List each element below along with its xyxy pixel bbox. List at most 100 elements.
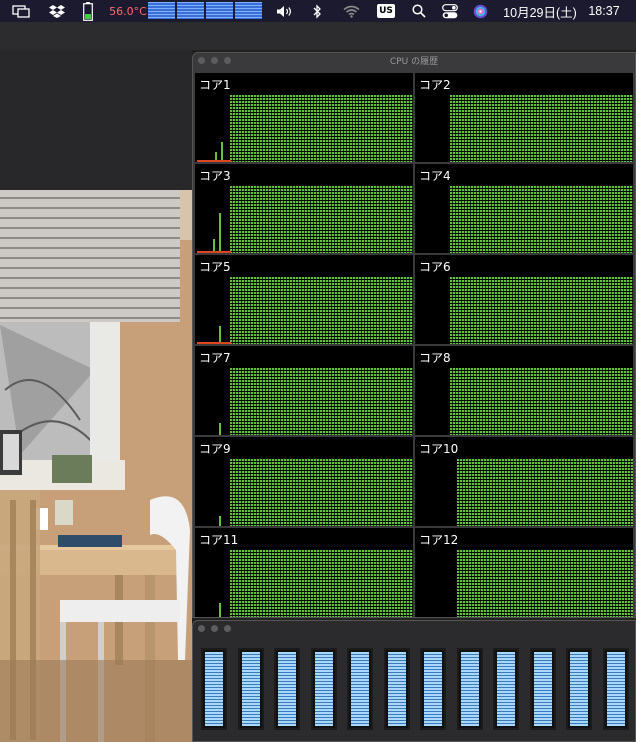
core-label: コア5 [199, 260, 231, 274]
core-usage-meter [201, 648, 227, 730]
graph-tick [291, 255, 294, 261]
core-usage-graph [457, 549, 633, 617]
graph-tick [550, 73, 553, 79]
core-usage-fill [460, 652, 479, 726]
core-usage-meter [456, 648, 483, 730]
cpu-meter-segment [177, 2, 204, 19]
core-usage-meter [529, 648, 556, 730]
graph-tick [595, 255, 598, 261]
core-label: コア8 [419, 351, 451, 365]
date-text: 10月29日(土) [503, 5, 577, 20]
cpu-usage-window [192, 620, 636, 742]
core-label: コア10 [419, 442, 459, 456]
core-usage-fill [314, 652, 333, 726]
volume-icon[interactable] [274, 0, 296, 22]
usage-spike [219, 423, 221, 435]
cpu-meter-icon[interactable] [148, 2, 262, 19]
graph-tick [550, 346, 553, 352]
core-usage-graph [450, 94, 633, 162]
core-panel-6: コア6 [415, 255, 633, 344]
graph-tick [550, 528, 553, 534]
core-panel-9: コア9 [195, 437, 413, 526]
core-usage-graph [450, 185, 633, 253]
core-usage-graph [230, 458, 413, 526]
core-usage-meter [310, 648, 337, 730]
core-usage-graph [450, 367, 633, 435]
temperature-text: 56.0°C [109, 4, 147, 18]
core-usage-fill [278, 652, 296, 726]
core-usage-graph [230, 94, 413, 162]
desktop-window-strip [0, 22, 636, 50]
core-usage-fill [241, 652, 260, 726]
graph-tick [375, 528, 378, 534]
zoom-button[interactable] [224, 625, 231, 632]
core-label: コア4 [419, 169, 451, 183]
core-usage-fill [387, 652, 406, 726]
core-usage-meter [493, 648, 519, 730]
temperature-readout[interactable]: 56.0°C [108, 0, 148, 22]
system-usage-line [197, 160, 231, 162]
core-usage-graph [457, 458, 633, 526]
core-panel-2: コア2 [415, 73, 633, 162]
siri-icon[interactable] [470, 0, 490, 22]
core-usage-fill [533, 652, 552, 726]
core-panel-7: コア7 [195, 346, 413, 435]
system-usage-line [197, 342, 231, 344]
core-label: コア6 [419, 260, 451, 274]
menubar: 56.0°C US 10月29日(土) 18:37 [0, 0, 636, 22]
core-label: コア1 [199, 78, 231, 92]
core-label: コア12 [419, 533, 459, 547]
core-label: コア2 [419, 78, 451, 92]
cpu-history-titlebar[interactable]: CPU の履歴 [193, 53, 635, 69]
core-usage-meter [602, 648, 629, 730]
display-icon[interactable] [10, 0, 32, 22]
core-usage-fill [606, 652, 625, 726]
core-usage-graph [450, 276, 633, 344]
search-icon[interactable] [409, 0, 429, 22]
background-window [0, 50, 192, 190]
cpu-history-title: CPU の履歴 [389, 57, 439, 67]
usage-spike [219, 516, 221, 526]
cpu-meter-segment [235, 2, 262, 19]
core-panel-12: コア12 [415, 528, 633, 617]
cpu-meter-segment [206, 2, 233, 19]
bluetooth-icon[interactable] [308, 0, 326, 22]
desktop-wallpaper [0, 190, 192, 742]
core-usage-meter [420, 648, 446, 730]
input-source-icon[interactable]: US [376, 0, 396, 22]
dropbox-icon[interactable] [46, 0, 68, 22]
control-center-icon[interactable] [439, 0, 461, 22]
battery-icon[interactable] [80, 0, 96, 22]
core-label: コア7 [199, 351, 231, 365]
graph-tick [379, 73, 382, 79]
graph-tick [550, 164, 553, 170]
input-source-label: US [377, 4, 395, 18]
graph-tick [325, 437, 328, 443]
core-label: コア9 [199, 442, 231, 456]
core-panel-3: コア3 [195, 164, 413, 253]
core-usage-graph [230, 276, 413, 344]
core-panel-4: コア4 [415, 164, 633, 253]
core-label: コア3 [199, 169, 231, 183]
core-usage-meter [347, 648, 373, 730]
system-usage-line [197, 251, 231, 253]
close-button[interactable] [198, 625, 205, 632]
core-usage-meter [566, 648, 592, 730]
core-usage-fill [424, 652, 442, 726]
clock-date[interactable]: 10月29日(土) [500, 0, 580, 22]
clock-time[interactable]: 18:37 [584, 0, 624, 22]
core-usage-meter [274, 648, 300, 730]
core-panel-1: コア1 [195, 73, 413, 162]
core-usage-meter [383, 648, 410, 730]
cpu-meter-segment [148, 2, 175, 19]
wifi-icon[interactable] [340, 0, 362, 22]
core-panel-5: コア5 [195, 255, 413, 344]
core-usage-fill [351, 652, 369, 726]
time-text: 18:37 [588, 4, 620, 18]
core-usage-graph [230, 185, 413, 253]
core-panel-8: コア8 [415, 346, 633, 435]
core-panel-11: コア11 [195, 528, 413, 617]
minimize-button[interactable] [211, 625, 218, 632]
graph-tick [325, 73, 328, 79]
core-usage-fill [205, 652, 223, 726]
